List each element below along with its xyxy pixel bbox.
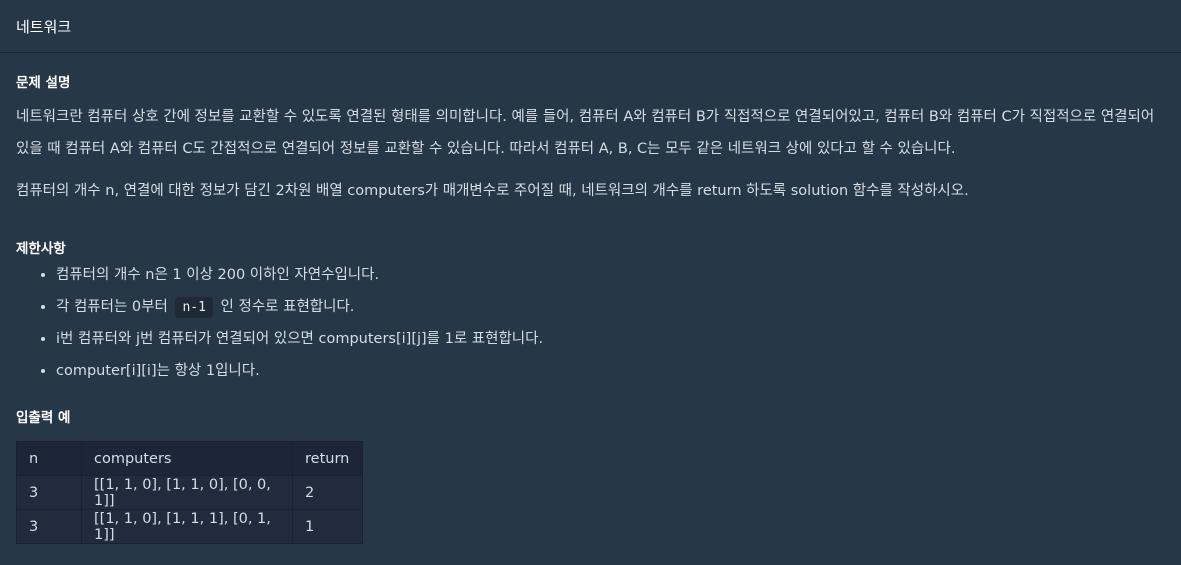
table-cell: [[1, 1, 0], [1, 1, 1], [0, 1, 1]] — [81, 509, 293, 544]
table-cell: [[1, 1, 0], [1, 1, 0], [0, 0, 1]] — [81, 475, 293, 510]
table-row: 3 [[1, 1, 0], [1, 1, 1], [0, 1, 1]] 1 — [16, 509, 363, 544]
examples-table: n computers return 3 [[1, 1, 0], [1, 1, … — [16, 441, 363, 544]
page-title: 네트워크 — [16, 17, 72, 36]
table-row: 3 [[1, 1, 0], [1, 1, 0], [0, 0, 1]] 2 — [16, 475, 363, 510]
table-cell: 2 — [292, 475, 363, 510]
table-cell: 3 — [16, 509, 82, 544]
table-header-row: n computers return — [16, 441, 363, 476]
constraint-item: i번 컴퓨터와 j번 컴퓨터가 연결되어 있으면 computers[i][j]… — [56, 329, 1165, 350]
description-paragraph-1: 네트워크란 컴퓨터 상호 간에 정보를 교환할 수 있도록 연결된 형태를 의미… — [16, 109, 1155, 157]
inline-code: n-1 — [175, 297, 213, 318]
column-header-computers: computers — [81, 441, 293, 476]
constraint-item: computer[i][i]는 항상 1입니다. — [56, 361, 1165, 382]
table-cell: 3 — [16, 475, 82, 510]
constraints-list: 컴퓨터의 개수 n은 1 이상 200 이하인 자연수입니다. 각 컴퓨터는 0… — [16, 265, 1165, 382]
constraints-heading: 제한사항 — [16, 241, 66, 257]
description-paragraph-2: 컴퓨터의 개수 n, 연결에 대한 정보가 담긴 2차원 배열 computer… — [16, 183, 969, 199]
column-header-return: return — [292, 441, 363, 476]
table-cell: 1 — [292, 509, 363, 544]
examples-heading: 입출력 예 — [16, 410, 71, 426]
problem-content: 문제 설명 네트워크란 컴퓨터 상호 간에 정보를 교환할 수 있도록 연결된 … — [0, 53, 1181, 544]
title-bar: 네트워크 — [0, 0, 1181, 53]
constraint-text: 각 컴퓨터는 0부터 — [56, 299, 168, 315]
constraint-item: 각 컴퓨터는 0부터 n-1 인 정수로 표현합니다. — [56, 297, 1165, 318]
description-heading: 문제 설명 — [16, 75, 71, 91]
constraint-text: 인 정수로 표현합니다. — [220, 299, 355, 315]
constraint-item: 컴퓨터의 개수 n은 1 이상 200 이하인 자연수입니다. — [56, 265, 1165, 286]
column-header-n: n — [16, 441, 82, 476]
